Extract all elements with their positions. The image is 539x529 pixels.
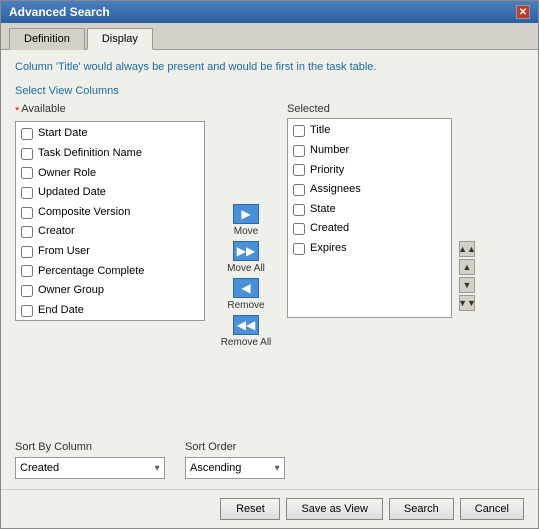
- save-as-view-button[interactable]: Save as View: [286, 498, 382, 520]
- list-item[interactable]: Creator: [18, 222, 202, 242]
- tab-display[interactable]: Display: [87, 28, 153, 50]
- available-label: Available: [21, 103, 65, 115]
- selected-item-checkbox-5[interactable]: [293, 223, 305, 235]
- selected-item-checkbox-6[interactable]: [293, 243, 305, 255]
- sort-by-column-group: Sort By Column Created Title Number Prio…: [15, 441, 165, 479]
- selected-item-checkbox-4[interactable]: [293, 204, 305, 216]
- window-title: Advanced Search: [9, 5, 110, 19]
- list-item[interactable]: End Date: [18, 301, 202, 321]
- remove-label: Remove: [227, 300, 264, 311]
- move-bottom-button[interactable]: ▼▼: [459, 295, 475, 311]
- title-bar: Advanced Search ✕: [1, 1, 538, 23]
- info-text: Column 'Title' would always be present a…: [15, 60, 524, 75]
- available-item-checkbox-5[interactable]: [21, 226, 33, 238]
- move-up-button[interactable]: ▲: [459, 259, 475, 275]
- selected-item-checkbox-0[interactable]: [293, 125, 305, 137]
- list-item[interactable]: Start Date: [18, 124, 202, 144]
- selected-item-checkbox-1[interactable]: [293, 145, 305, 157]
- list-item[interactable]: Priority: [290, 161, 449, 181]
- sort-order-group: Sort Order Ascending Descending: [185, 441, 285, 479]
- move-top-button[interactable]: ▲▲: [459, 241, 475, 257]
- available-item-checkbox-7[interactable]: [21, 265, 33, 277]
- move-button[interactable]: ▶ Move: [233, 204, 259, 237]
- list-item[interactable]: Percentage Complete: [18, 262, 202, 282]
- available-listbox[interactable]: Start Date Task Definition Name Owner Ro…: [15, 121, 205, 321]
- available-item-checkbox-6[interactable]: [21, 246, 33, 258]
- available-item-checkbox-1[interactable]: [21, 148, 33, 160]
- content-area: Column 'Title' would always be present a…: [1, 50, 538, 489]
- available-item-checkbox-2[interactable]: [21, 167, 33, 179]
- reset-button[interactable]: Reset: [220, 498, 280, 520]
- list-item[interactable]: Task Definition Name: [18, 144, 202, 164]
- remove-button[interactable]: ◀ Remove: [227, 278, 264, 311]
- select-view-label: Select View Columns: [15, 85, 524, 97]
- available-panel: * Available Start Date Task Definition N…: [15, 103, 205, 431]
- sort-order-select[interactable]: Ascending Descending: [185, 457, 285, 479]
- list-item[interactable]: Owner Group: [18, 281, 202, 301]
- available-item-checkbox-4[interactable]: [21, 207, 33, 219]
- search-button[interactable]: Search: [389, 498, 454, 520]
- required-star: *: [15, 105, 19, 117]
- footer: Reset Save as View Search Cancel: [1, 489, 538, 528]
- available-item-checkbox-0[interactable]: [21, 128, 33, 140]
- sort-by-column-select[interactable]: Created Title Number Priority Assignees …: [15, 457, 165, 479]
- list-item[interactable]: Assignees: [290, 180, 449, 200]
- close-button[interactable]: ✕: [516, 5, 530, 19]
- list-item[interactable]: Owner Role: [18, 164, 202, 184]
- middle-buttons: ▶ Move ▶▶ Move All ◀ Remove ◀◀ Remove Al…: [211, 103, 281, 431]
- sort-by-column-wrapper: Created Title Number Priority Assignees …: [15, 457, 165, 479]
- cancel-button[interactable]: Cancel: [460, 498, 524, 520]
- window: Advanced Search ✕ Definition Display Col…: [0, 0, 539, 529]
- remove-all-button[interactable]: ◀◀ Remove All: [221, 315, 272, 348]
- sort-row: Sort By Column Created Title Number Prio…: [15, 441, 524, 479]
- list-item[interactable]: Expires: [290, 239, 449, 259]
- selected-label: Selected: [287, 103, 452, 115]
- available-item-checkbox-3[interactable]: [21, 187, 33, 199]
- selected-panel: Selected Title Number Priority: [287, 103, 452, 431]
- columns-area: * Available Start Date Task Definition N…: [15, 103, 524, 431]
- sort-by-column-label: Sort By Column: [15, 441, 165, 453]
- list-item[interactable]: Number: [290, 141, 449, 161]
- selected-item-checkbox-2[interactable]: [293, 164, 305, 176]
- move-label: Move: [234, 226, 258, 237]
- available-item-checkbox-8[interactable]: [21, 285, 33, 297]
- remove-all-label: Remove All: [221, 337, 272, 348]
- available-item-checkbox-9[interactable]: [21, 305, 33, 317]
- sort-order-wrapper: Ascending Descending: [185, 457, 285, 479]
- move-all-label: Move All: [227, 263, 265, 274]
- move-icon[interactable]: ▶: [233, 204, 259, 224]
- move-all-icon[interactable]: ▶▶: [233, 241, 259, 261]
- sort-order-label: Sort Order: [185, 441, 285, 453]
- list-item[interactable]: Updated Date: [18, 183, 202, 203]
- tab-definition[interactable]: Definition: [9, 28, 85, 50]
- list-item[interactable]: Composite Version: [18, 203, 202, 223]
- move-all-button[interactable]: ▶▶ Move All: [227, 241, 265, 274]
- list-item[interactable]: State: [290, 200, 449, 220]
- tab-bar: Definition Display: [1, 23, 538, 50]
- list-item[interactable]: From User: [18, 242, 202, 262]
- remove-icon[interactable]: ◀: [233, 278, 259, 298]
- selected-item-checkbox-3[interactable]: [293, 184, 305, 196]
- remove-all-icon[interactable]: ◀◀: [233, 315, 259, 335]
- list-item[interactable]: Created: [290, 219, 449, 239]
- list-item[interactable]: Title: [290, 121, 449, 141]
- move-down-button[interactable]: ▼: [459, 277, 475, 293]
- selected-listbox[interactable]: Title Number Priority Assignees: [287, 118, 452, 318]
- right-arrows: ▲▲ ▲ ▼ ▼▼: [458, 103, 476, 431]
